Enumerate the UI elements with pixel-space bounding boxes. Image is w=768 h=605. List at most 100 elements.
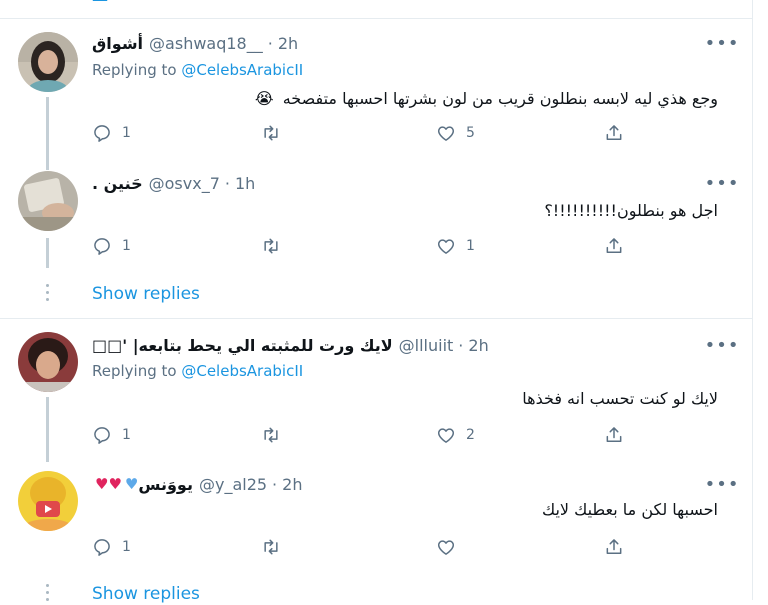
crying-face-emoji: 😭 xyxy=(254,89,274,108)
replying-to: Replying to @CelebsArabicII xyxy=(92,61,303,79)
retweet-icon xyxy=(264,238,278,254)
thread-line xyxy=(46,97,49,170)
tweet-actions: 1 5 xyxy=(92,122,632,144)
previous-content-fragment: — xyxy=(92,0,108,9)
show-replies-link[interactable]: Show replies xyxy=(92,584,200,604)
avatar[interactable] xyxy=(18,332,78,392)
more-options-icon[interactable]: ••• xyxy=(705,173,739,194)
display-name[interactable]: لايك ورت للمثبته الي يحط بتابعه| '□□ xyxy=(92,336,393,355)
heart-icon xyxy=(437,239,455,254)
display-name[interactable]: أشواق xyxy=(92,34,143,53)
reply-icon xyxy=(94,238,110,255)
retweet-icon xyxy=(264,539,278,555)
display-name[interactable]: يووَنس xyxy=(138,475,193,494)
reply-button[interactable]: 1 xyxy=(92,424,131,446)
username[interactable]: @y_al25 xyxy=(199,475,267,494)
tweet-text: احسبها لكن ما بعطيك لايك xyxy=(542,500,718,519)
like-button[interactable] xyxy=(436,536,466,558)
timeline-border xyxy=(752,0,753,600)
like-button[interactable]: 2 xyxy=(436,424,475,446)
display-name[interactable]: حَنين . xyxy=(92,174,143,193)
tweet-header: حَنين . @osvx_7 · 1h xyxy=(92,171,255,195)
timestamp[interactable]: 1h xyxy=(235,174,255,193)
tweet-header: ♥♥ ♥ يووَنس @y_al25 · 2h xyxy=(92,472,302,496)
tweet-actions: 1 1 xyxy=(92,235,632,257)
heart-icon xyxy=(437,428,455,443)
tweet-osvx[interactable]: حَنين . @osvx_7 · 1h ••• اجل هو بنطلون!!… xyxy=(0,170,752,268)
separator-dot: · xyxy=(224,173,230,193)
blue-heart-emoji: ♥ xyxy=(124,475,139,493)
tweet-ashwaq[interactable]: أشواق @ashwaq18__ · 2h ••• Replying to @… xyxy=(0,19,752,170)
reply-icon xyxy=(94,539,110,556)
separator-dot: · xyxy=(267,33,273,53)
retweet-button[interactable] xyxy=(260,424,292,446)
separator-dot: · xyxy=(272,474,278,494)
tweet-header: لايك ورت للمثبته الي يحط بتابعه| '□□ @ll… xyxy=(92,333,489,357)
tweet-text: وجع هذي ليه لابسه بنطلون قريب من لون بشر… xyxy=(255,89,718,108)
replying-to-link[interactable]: @CelebsArabicII xyxy=(181,61,303,79)
reply-button[interactable]: 1 xyxy=(92,536,131,558)
like-count: 2 xyxy=(466,427,475,443)
reply-count: 1 xyxy=(122,427,131,443)
more-options-icon[interactable]: ••• xyxy=(705,33,739,54)
thread-line xyxy=(46,238,49,268)
thread-line xyxy=(46,397,49,462)
more-options-icon[interactable]: ••• xyxy=(705,474,739,495)
reply-button[interactable]: 1 xyxy=(92,235,131,257)
like-count: 1 xyxy=(466,238,475,254)
timestamp[interactable]: 2h xyxy=(282,475,302,494)
tweet-llluiit[interactable]: لايك ورت للمثبته الي يحط بتابعه| '□□ @ll… xyxy=(0,319,752,462)
avatar[interactable] xyxy=(18,471,78,531)
share-icon xyxy=(606,125,622,140)
tweet-text-body: لايك لو كنت تحسب انه فخذها xyxy=(522,389,718,408)
avatar[interactable] xyxy=(18,171,78,231)
tweet-actions: 1 xyxy=(92,536,632,558)
retweet-icon xyxy=(264,427,278,443)
share-icon xyxy=(606,539,622,554)
show-replies-link[interactable]: Show replies xyxy=(92,284,200,304)
share-button[interactable] xyxy=(604,122,624,144)
retweet-button[interactable] xyxy=(260,122,292,144)
red-heart-emoji: ♥♥ xyxy=(95,475,122,493)
replying-prefix: Replying to xyxy=(92,362,177,380)
tweet-y-al25[interactable]: ♥♥ ♥ يووَنس @y_al25 · 2h ••• احسبها لكن … xyxy=(0,462,752,572)
replying-prefix: Replying to xyxy=(92,61,177,79)
share-button[interactable] xyxy=(604,424,624,446)
tweet-text: لايك لو كنت تحسب انه فخذها xyxy=(522,389,718,408)
like-count: 5 xyxy=(466,125,475,141)
reply-icon xyxy=(94,125,110,142)
reply-button[interactable]: 1 xyxy=(92,122,131,144)
avatar[interactable] xyxy=(18,32,78,92)
retweet-button[interactable] xyxy=(260,235,292,257)
timestamp[interactable]: 2h xyxy=(468,336,488,355)
share-button[interactable] xyxy=(604,536,624,558)
separator-dot: · xyxy=(458,335,464,355)
thread-continuation-dots xyxy=(44,284,50,305)
thread-continuation-dots xyxy=(44,584,50,605)
tweet-text: اجل هو بنطلون!!!!!!!!!!؟ xyxy=(544,201,718,220)
previous-content-strip: — xyxy=(0,0,752,19)
username[interactable]: @ashwaq18__ xyxy=(149,34,263,53)
reply-count: 1 xyxy=(122,125,131,141)
more-options-icon[interactable]: ••• xyxy=(705,335,739,356)
heart-icon xyxy=(437,126,455,141)
reply-count: 1 xyxy=(122,539,131,555)
tweet-text-body: وجع هذي ليه لابسه بنطلون قريب من لون بشر… xyxy=(282,89,718,108)
like-button[interactable]: 5 xyxy=(436,122,475,144)
share-button[interactable] xyxy=(604,235,624,257)
tweet-header: أشواق @ashwaq18__ · 2h xyxy=(92,31,298,55)
retweet-button[interactable] xyxy=(260,536,292,558)
share-icon xyxy=(606,427,622,442)
tweet-actions: 1 2 xyxy=(92,424,632,446)
share-icon xyxy=(606,238,622,253)
replying-to-link[interactable]: @CelebsArabicII xyxy=(181,362,303,380)
tweet-text-body: احسبها لكن ما بعطيك لايك xyxy=(541,500,718,519)
username[interactable]: @llluiit xyxy=(399,336,454,355)
like-button[interactable]: 1 xyxy=(436,235,475,257)
retweet-icon xyxy=(264,125,278,141)
tweet-replies-timeline: — أشواق @ashwaq18__ · 2h ••• Replying to… xyxy=(0,0,768,604)
timestamp[interactable]: 2h xyxy=(278,34,298,53)
reply-icon xyxy=(94,427,110,444)
username[interactable]: @osvx_7 xyxy=(149,174,220,193)
tweet-text-body: اجل هو بنطلون!!!!!!!!!!؟ xyxy=(544,201,718,220)
